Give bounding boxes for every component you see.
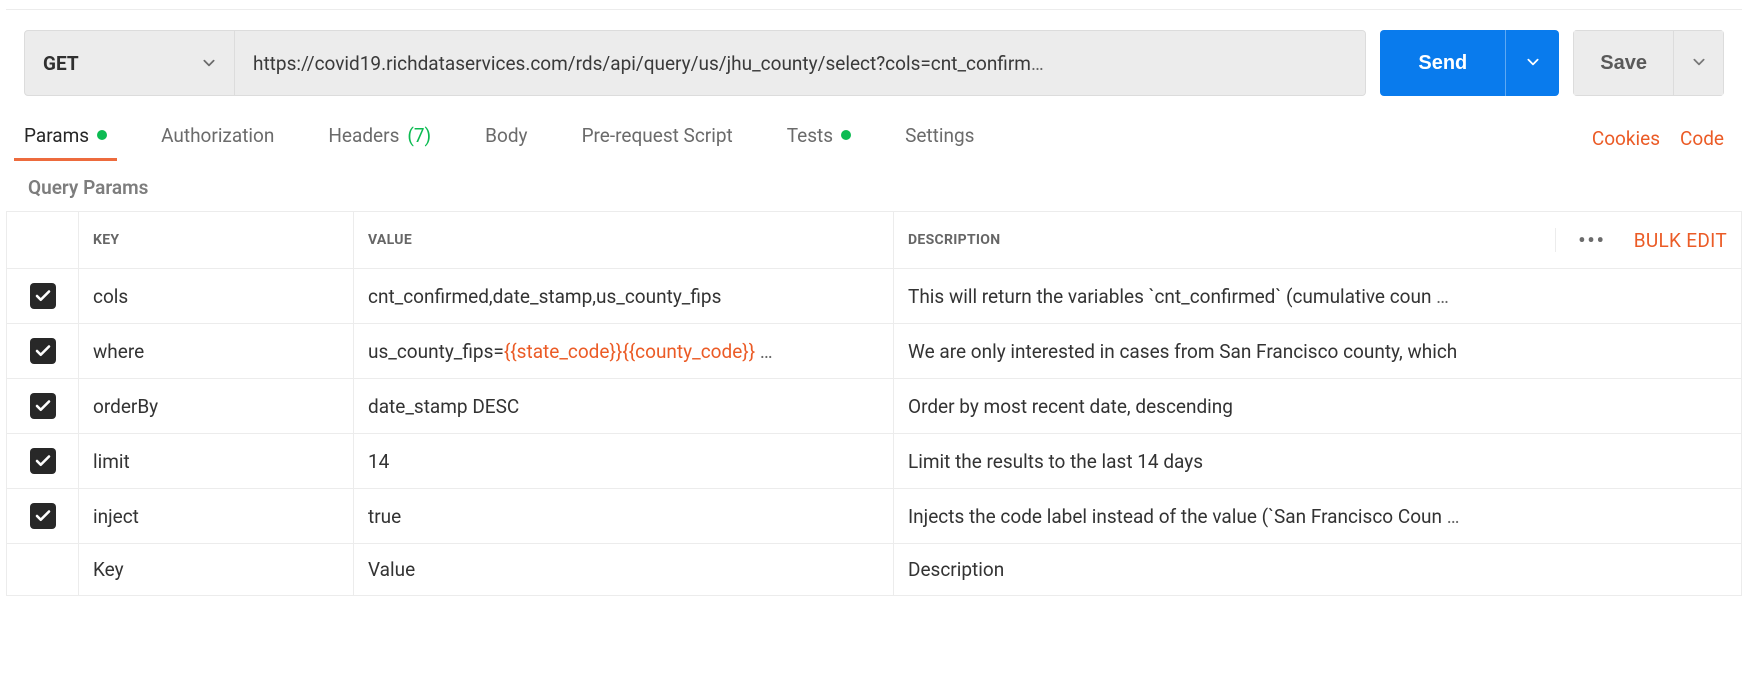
col-header-key: KEY [79, 212, 354, 269]
chevron-down-icon [1692, 55, 1706, 72]
tab-authorization[interactable]: Authorization [161, 118, 274, 159]
send-button[interactable]: Send [1380, 30, 1505, 96]
save-button[interactable]: Save [1573, 30, 1674, 96]
tab-params[interactable]: Params [24, 118, 107, 159]
param-key-input[interactable]: Key [79, 544, 354, 596]
request-tabs: Params Authorization Headers (7) Body Pr… [0, 116, 1748, 160]
checkbox-checked-icon[interactable] [30, 283, 56, 309]
status-dot-icon [841, 130, 851, 140]
param-value-cell[interactable]: us_county_fips={{state_code}}{{county_co… [354, 324, 894, 379]
more-options-icon[interactable]: ••• [1555, 228, 1606, 252]
param-description-input[interactable]: Description [894, 544, 1742, 596]
table-row: limit14Limit the results to the last 14 … [7, 434, 1742, 489]
tab-tests[interactable]: Tests [787, 118, 851, 159]
tab-settings[interactable]: Settings [905, 118, 974, 159]
send-button-group: Send [1380, 30, 1559, 96]
param-value-input[interactable]: Value [354, 544, 894, 596]
url-input[interactable]: https://covid19.richdataservices.com/rds… [235, 31, 1365, 95]
send-dropdown-button[interactable] [1505, 30, 1559, 96]
chevron-down-icon [1526, 55, 1540, 72]
chevron-down-icon [202, 52, 216, 75]
status-dot-icon [97, 130, 107, 140]
save-dropdown-button[interactable] [1674, 30, 1724, 96]
param-key-cell[interactable]: orderBy [79, 379, 354, 434]
param-description-cell[interactable]: This will return the variables `cnt_conf… [894, 269, 1742, 324]
col-header-description: DESCRIPTION ••• Bulk Edit [894, 212, 1742, 269]
query-params-table: KEY VALUE DESCRIPTION ••• Bulk Edit cols… [6, 211, 1742, 596]
tab-body[interactable]: Body [485, 118, 527, 159]
cookies-link[interactable]: Cookies [1592, 127, 1660, 150]
col-header-checkbox [7, 212, 79, 269]
param-value-cell[interactable]: cnt_confirmed,date_stamp,us_county_fips [354, 269, 894, 324]
param-key-cell[interactable]: inject [79, 489, 354, 544]
table-row: colscnt_confirmed,date_stamp,us_county_f… [7, 269, 1742, 324]
param-description-cell[interactable]: We are only interested in cases from San… [894, 324, 1742, 379]
checkbox-checked-icon[interactable] [30, 393, 56, 419]
bulk-edit-link[interactable]: Bulk Edit [1634, 229, 1727, 252]
tab-headers[interactable]: Headers (7) [328, 118, 431, 159]
param-key-cell[interactable]: where [79, 324, 354, 379]
table-row: orderBydate_stamp DESCOrder by most rece… [7, 379, 1742, 434]
param-description-cell[interactable]: Order by most recent date, descending [894, 379, 1742, 434]
method-label: GET [43, 52, 79, 75]
checkbox-checked-icon[interactable] [30, 338, 56, 364]
param-value-cell[interactable]: true [354, 489, 894, 544]
col-header-value: VALUE [354, 212, 894, 269]
table-row: injecttrueInjects the code label instead… [7, 489, 1742, 544]
param-value-cell[interactable]: 14 [354, 434, 894, 489]
query-params-heading: Query Params [0, 160, 1748, 211]
save-button-group: Save [1573, 30, 1724, 96]
checkbox-checked-icon[interactable] [30, 503, 56, 529]
table-row-empty: KeyValueDescription [7, 544, 1742, 596]
param-key-cell[interactable]: cols [79, 269, 354, 324]
checkbox-checked-icon[interactable] [30, 448, 56, 474]
param-description-cell[interactable]: Injects the code label instead of the va… [894, 489, 1742, 544]
method-selector[interactable]: GET [25, 31, 235, 95]
method-url-bar: GET https://covid19.richdataservices.com… [24, 30, 1366, 96]
tab-prerequest[interactable]: Pre-request Script [582, 118, 733, 159]
param-key-cell[interactable]: limit [79, 434, 354, 489]
param-description-cell[interactable]: Limit the results to the last 14 days [894, 434, 1742, 489]
param-value-cell[interactable]: date_stamp DESC [354, 379, 894, 434]
table-row: whereus_county_fips={{state_code}}{{coun… [7, 324, 1742, 379]
code-link[interactable]: Code [1680, 127, 1724, 150]
